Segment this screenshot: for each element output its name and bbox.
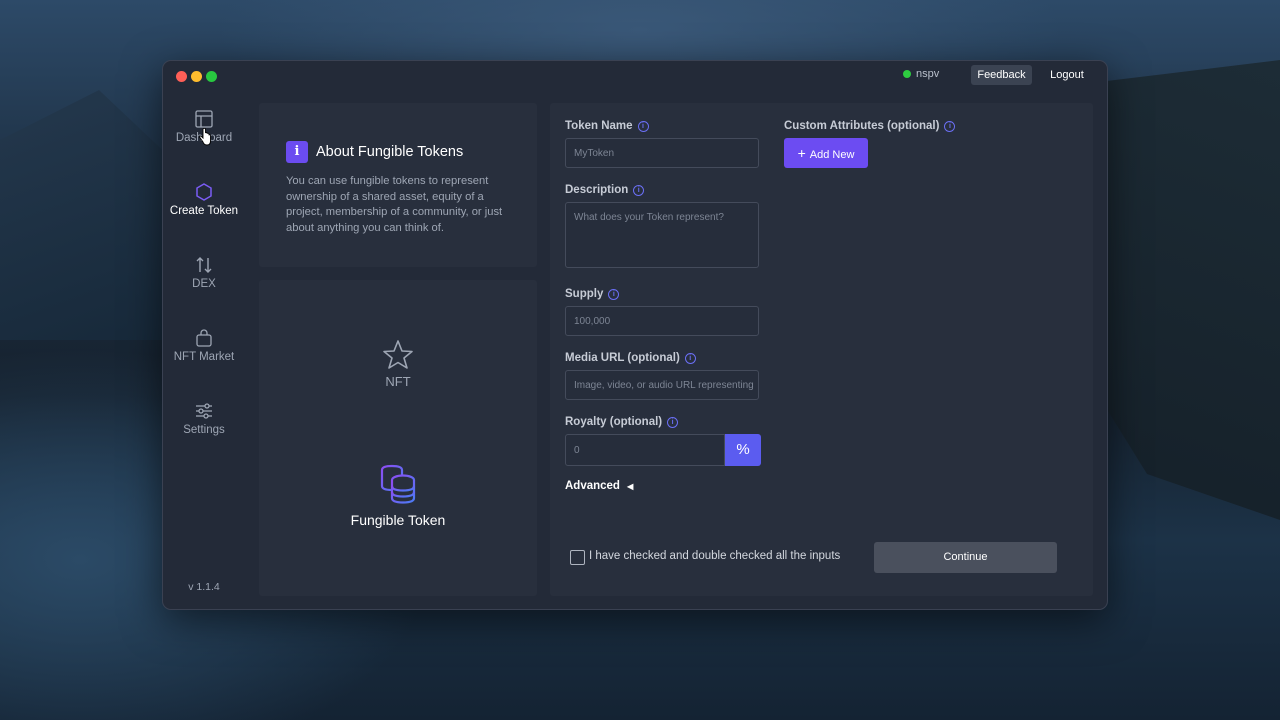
media-url-label: Media URL (optional) i [565,352,696,364]
info-icon[interactable]: i [608,288,620,300]
royalty-percent-unit: % [725,434,761,466]
minimize-window-button[interactable] [191,71,202,82]
sidebar-item-label: NFT Market [173,351,235,363]
info-icon[interactable]: i [667,416,679,428]
sidebar-item-label: DEX [192,278,216,290]
sliders-icon [196,403,212,419]
media-url-label-text: Media URL (optional) [565,352,680,364]
title-bar: nspv Feedback Logout [163,61,1107,93]
maximize-window-button[interactable] [206,71,217,82]
continue-button[interactable]: Continue [874,542,1057,573]
supply-input[interactable]: 100,000 [565,306,759,336]
token-name-input[interactable]: MyToken [565,138,759,168]
token-name-label: Token Name i [565,120,649,132]
info-icon[interactable]: i [637,120,649,132]
royalty-label-text: Royalty (optional) [565,416,663,428]
supply-label-text: Supply [565,288,604,300]
sidebar-item-dex[interactable]: DEX [163,255,245,290]
sidebar: Dashboard Create Token DEX NFT Market [163,93,245,609]
add-new-label: Add New [809,149,855,161]
star-icon [383,340,413,369]
logout-button[interactable]: Logout [1039,65,1095,85]
fungible-token-option-label: Fungible Token [350,512,446,528]
swap-arrows-icon [196,257,212,273]
sidebar-item-label: Settings [183,424,225,436]
nft-option-label: NFT [385,374,411,389]
connection-status: nspv [903,68,939,80]
advanced-label: Advanced [565,480,620,492]
token-type-panel: NFT Fungible Token [259,280,537,596]
description-textarea[interactable]: What does your Token represent? [565,202,759,268]
create-token-form: Token Name i MyToken Description i What do… [550,103,1093,596]
desktop-landscape-right [1090,60,1280,520]
info-icon[interactable]: i [684,352,696,364]
nft-option[interactable]: NFT [259,338,537,389]
advanced-toggle[interactable]: Advanced ◀ [565,480,633,492]
sidebar-item-settings[interactable]: Settings [163,401,245,436]
app-window: nspv Feedback Logout Dashboard Create To… [162,60,1108,610]
caret-left-icon: ◀ [627,482,634,491]
info-icon[interactable]: i [944,120,956,132]
royalty-label: Royalty (optional) i [565,416,679,428]
fungible-token-option[interactable]: Fungible Token [259,464,537,528]
sidebar-item-nft-market[interactable]: NFT Market [163,328,245,363]
description-label-text: Description [565,184,629,196]
dashboard-icon [195,110,213,128]
add-new-attribute-button[interactable]: + Add New [784,138,868,168]
about-panel: i About Fungible Tokens You can use fung… [259,103,537,267]
online-status-icon [903,70,911,78]
desktop-landscape-left [0,90,165,340]
status-username: nspv [916,68,940,80]
sidebar-item-label: Create Token [169,205,239,217]
sidebar-item-create-token[interactable]: Create Token [163,182,245,217]
about-text: You can use fungible tokens to represent… [286,175,503,234]
custom-attributes-label-text: Custom Attributes (optional) [784,120,940,132]
info-icon: i [286,141,308,163]
app-version: v 1.1.4 [188,581,220,593]
description-label: Description i [565,184,645,196]
plus-icon: + [797,145,806,161]
token-name-label-text: Token Name [565,120,633,132]
shopping-bag-icon [196,329,212,347]
hexagon-icon [196,183,212,201]
confirm-inputs-checkbox[interactable] [570,550,585,565]
coin-stack-icon [380,464,416,504]
about-title: About Fungible Tokens [316,144,464,160]
confirm-inputs-label[interactable]: I have checked and double checked all th… [589,550,840,562]
supply-label: Supply i [565,288,620,300]
media-url-input[interactable]: Image, video, or audio URL representing [565,370,759,400]
feedback-button[interactable]: Feedback [971,65,1032,85]
royalty-input[interactable]: 0 [565,434,725,466]
info-icon[interactable]: i [633,184,645,196]
mouse-cursor-icon [199,128,211,146]
custom-attributes-label: Custom Attributes (optional) i [784,120,956,132]
close-window-button[interactable] [176,71,187,82]
